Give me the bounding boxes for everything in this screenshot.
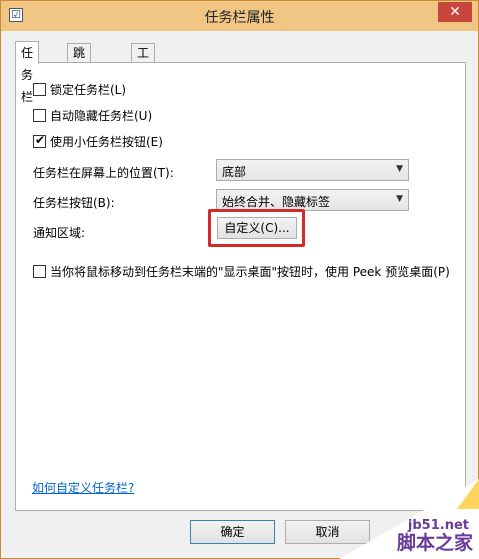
position-value: 底部 (222, 165, 247, 179)
position-label: 任务栏在屏幕上的位置(T): (33, 166, 174, 180)
title-bar: ☑ 任务栏属性 ✕ (1, 1, 478, 31)
taskbar-buttons-value: 始终合并、隐藏标签 (222, 195, 331, 209)
autohide-taskbar-label: 自动隐藏任务栏(U) (50, 109, 153, 123)
chevron-down-icon: ▼ (396, 164, 403, 174)
small-buttons-label: 使用小任务栏按钮(E) (50, 135, 163, 149)
lock-taskbar-checkbox[interactable] (33, 83, 46, 96)
tab-taskbar[interactable]: 任务栏 (15, 41, 40, 104)
taskbar-buttons-label: 任务栏按钮(B): (33, 196, 115, 210)
lock-taskbar-label: 锁定任务栏(L) (50, 83, 127, 97)
tab-toolbars[interactable]: 工具栏 (131, 43, 156, 98)
ok-button[interactable]: 确定 (190, 520, 275, 544)
watermark-brand: 脚本之家 (396, 532, 473, 554)
site-watermark: jb51.net 脚本之家 (339, 479, 479, 559)
peek-label: 当你将鼠标移动到任务栏末端的"显示桌面"按钮时，使用 Peek 预览桌面(P) (50, 265, 450, 279)
position-select[interactable]: 底部 ▼ (216, 159, 409, 181)
notification-area-label: 通知区域: (33, 226, 86, 240)
small-buttons-checkbox[interactable]: ✔ (33, 133, 46, 148)
window-title: 任务栏属性 (204, 10, 275, 26)
checkmark-icon: ✔ (35, 133, 46, 147)
taskbar-tab-panel: 锁定任务栏(L) 自动隐藏任务栏(U) ✔ 使用小任务栏按钮(E) 任务栏在屏幕… (15, 62, 466, 511)
customize-highlight-frame: 自定义(C)... (208, 209, 305, 247)
taskbar-buttons-select[interactable]: 始终合并、隐藏标签 ▼ (216, 189, 409, 211)
peek-checkbox[interactable] (33, 265, 46, 278)
watermark-fold-icon (457, 479, 479, 509)
customize-button[interactable]: 自定义(C)... (217, 217, 297, 239)
chevron-down-icon: ▼ (396, 194, 403, 204)
customize-help-link[interactable]: 如何自定义任务栏? (32, 479, 134, 496)
taskbar-properties-dialog: ☑ 任务栏属性 ✕ 任务栏 跳转列表 工具栏 锁定任务栏(L) 自动隐藏任务栏(… (0, 0, 479, 559)
close-button[interactable]: ✕ (438, 2, 472, 22)
tab-jump-lists[interactable]: 跳转列表 (67, 43, 92, 117)
autohide-taskbar-checkbox[interactable] (33, 109, 46, 122)
